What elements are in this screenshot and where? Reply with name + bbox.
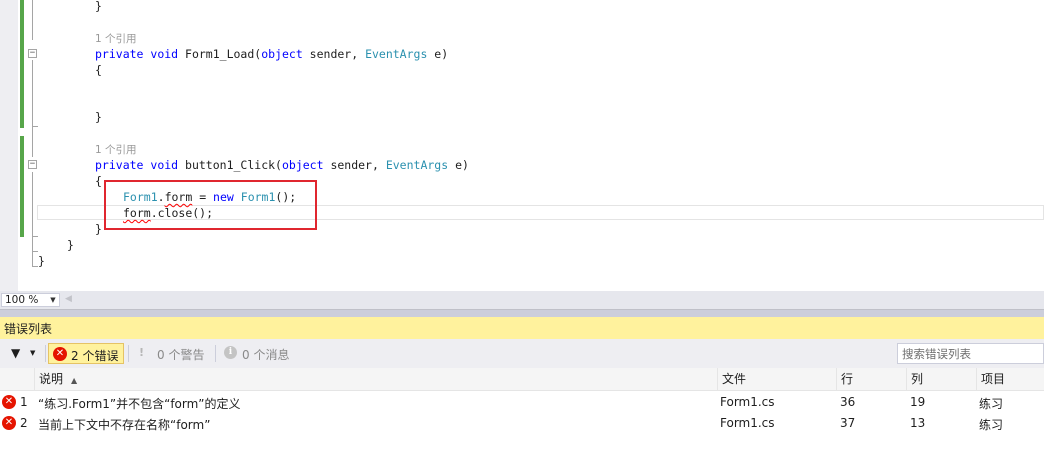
editor-status-strip: 100 % ▼ ◀ <box>0 291 1044 309</box>
errors-filter-toggle[interactable]: ✕ 2 个错误 <box>48 343 124 364</box>
toolbar-separator <box>128 345 129 362</box>
zoom-dropdown[interactable]: 100 % ▼ <box>1 293 60 307</box>
row-file: Form1.cs <box>720 395 775 409</box>
code-line: } <box>67 237 74 253</box>
error-icon: ✕ <box>53 347 67 361</box>
keyword-token: object <box>261 47 303 61</box>
keyword-token: void <box>150 47 179 61</box>
code-line: } <box>38 253 45 269</box>
sort-ascending-icon: ▲ <box>71 376 78 385</box>
scroll-left-icon[interactable]: ◀ <box>65 294 72 304</box>
code-line: { <box>95 173 102 189</box>
error-list-table: 说明 ▲ 文件 行 列 项目 ✕ 1 “练习.Form1”并不包含“form”的定… <box>0 368 1044 449</box>
row-description: “练习.Form1”并不包含“form”的定义 <box>38 397 241 411</box>
error-icon: ✕ <box>2 416 16 430</box>
code-line: } <box>95 221 102 237</box>
outline-guide <box>32 127 33 157</box>
table-header: 说明 ▲ 文件 行 列 项目 <box>0 368 1044 391</box>
codelens-label[interactable]: 1 个引用 <box>95 144 137 156</box>
panel-splitter[interactable] <box>0 309 1044 317</box>
type-token: EventArgs <box>385 158 449 172</box>
filter-button[interactable]: ▼ ▼ <box>8 346 42 362</box>
outline-guide <box>32 251 38 252</box>
row-line: 37 <box>840 416 856 430</box>
editor-margin <box>0 0 18 291</box>
code-token: Form1_Load( <box>178 47 262 61</box>
code-line: private void button1_Click(object sender… <box>95 157 469 173</box>
keyword-token: void <box>150 158 179 172</box>
messages-filter-toggle[interactable]: i 0 个消息 <box>222 345 298 362</box>
code-line: } <box>95 109 102 125</box>
code-line: private void Form1_Load(object sender, E… <box>95 46 448 62</box>
toolbar-separator <box>45 345 46 362</box>
warning-icon: ! <box>139 346 145 359</box>
messages-count-label: 0 个消息 <box>242 348 290 362</box>
column-header-project[interactable]: 项目 <box>976 368 1044 391</box>
column-header-column[interactable]: 列 <box>906 368 976 391</box>
highlight-annotation-box <box>104 180 317 230</box>
code-token: } <box>95 222 102 236</box>
type-token: EventArgs <box>365 47 428 61</box>
table-row[interactable]: ✕ 2 当前上下文中不存在名称“form” Form1.cs 37 13 练习 <box>0 413 1044 434</box>
column-header-file[interactable]: 文件 <box>717 368 836 391</box>
keyword-token: object <box>281 158 324 172</box>
keyword-token: private <box>95 158 144 172</box>
codelens-label[interactable]: 1 个引用 <box>95 33 137 45</box>
collapse-icon[interactable]: − <box>28 160 37 169</box>
error-list-title-bar: 错误列表 <box>0 317 1044 339</box>
row-index: 2 <box>20 416 28 430</box>
change-indicator-bar <box>20 0 24 128</box>
outline-guide <box>32 237 33 267</box>
code-token: } <box>95 0 102 13</box>
code-token: } <box>95 110 102 124</box>
search-error-list-input[interactable] <box>897 343 1044 364</box>
table-row[interactable]: ✕ 1 “练习.Form1”并不包含“form”的定义 Form1.cs 36 … <box>0 392 1044 413</box>
code-token: { <box>95 174 102 188</box>
row-file: Form1.cs <box>720 416 775 430</box>
codelens-references[interactable]: 1 个引用 <box>95 141 137 157</box>
code-editor[interactable]: − − } 1 个引用 private void Form1_Load(obje… <box>0 0 1044 291</box>
warnings-count-label: 0 个警告 <box>157 348 205 362</box>
row-description: 当前上下文中不存在名称“form” <box>38 418 211 432</box>
column-header-description[interactable]: 说明 ▲ <box>34 368 717 391</box>
code-token: } <box>38 254 45 268</box>
code-line: } <box>95 0 102 14</box>
row-column: 19 <box>910 395 926 409</box>
row-project: 练习 <box>979 418 1004 432</box>
error-icon: ✕ <box>2 395 16 409</box>
code-token: { <box>95 63 102 77</box>
outline-guide <box>32 60 33 126</box>
warnings-filter-toggle[interactable]: ! 0 个警告 <box>134 345 210 363</box>
row-index: 1 <box>20 395 28 409</box>
code-token: e) <box>427 47 449 61</box>
error-list-title: 错误列表 <box>4 322 53 336</box>
outline-guide <box>32 0 33 40</box>
chevron-down-icon[interactable]: ▼ <box>47 294 59 306</box>
column-header-line[interactable]: 行 <box>836 368 906 391</box>
code-line: { <box>95 62 102 78</box>
info-icon: i <box>224 346 237 359</box>
code-token: sender, <box>302 47 366 61</box>
code-token: } <box>67 238 74 252</box>
change-indicator-bar <box>20 136 24 237</box>
row-column: 13 <box>910 416 926 430</box>
code-token: e) <box>448 158 469 172</box>
error-list-toolbar: ▼ ▼ ✕ 2 个错误 ! 0 个警告 i 0 个消息 <box>0 339 1044 368</box>
filter-icon: ▼ <box>11 346 21 360</box>
toolbar-separator <box>215 345 216 362</box>
code-token: sender, <box>323 158 386 172</box>
outline-guide <box>32 172 33 236</box>
errors-count-label: 2 个错误 <box>71 349 119 363</box>
code-token: button1_Click( <box>178 158 282 172</box>
row-line: 36 <box>840 395 856 409</box>
row-project: 练习 <box>979 397 1004 411</box>
keyword-token: private <box>95 47 144 61</box>
collapse-icon[interactable]: − <box>28 49 37 58</box>
zoom-value: 100 % <box>5 294 39 306</box>
codelens-references[interactable]: 1 个引用 <box>95 30 137 46</box>
chevron-down-icon: ▼ <box>30 349 36 357</box>
